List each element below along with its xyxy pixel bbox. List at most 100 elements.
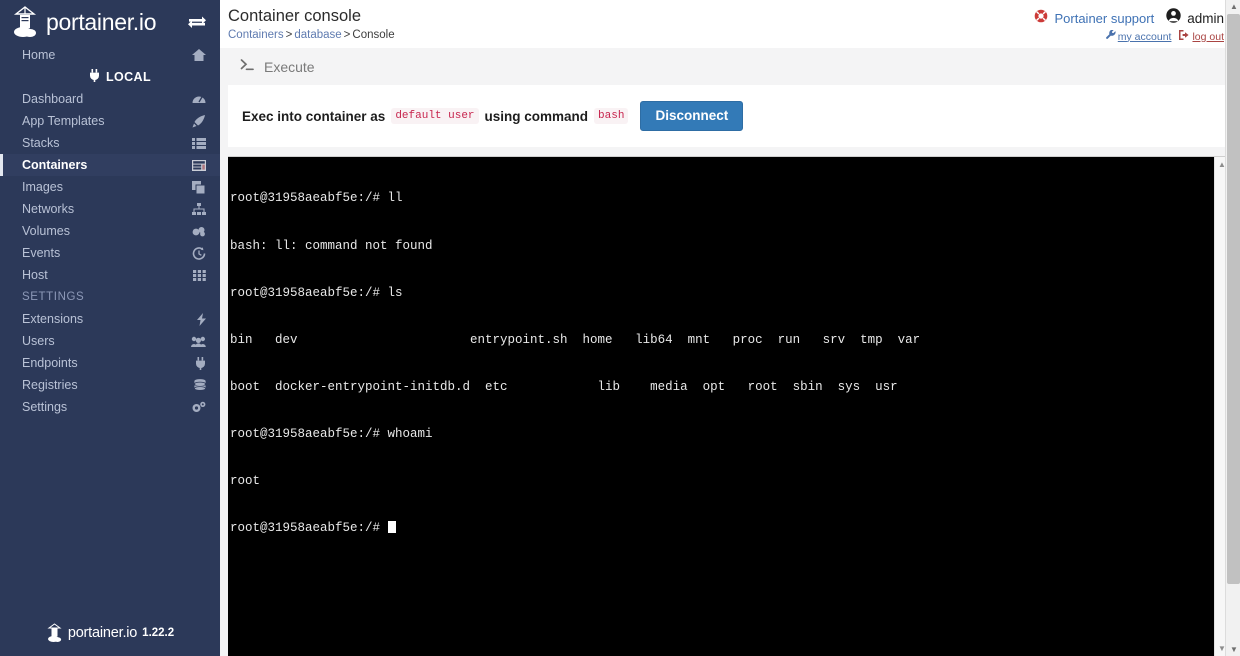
user-circle-icon [1166, 8, 1181, 28]
sidebar-item-label: Home [22, 48, 56, 62]
sidebar-item-home[interactable]: Home [0, 44, 220, 66]
exec-description: Exec into container as default user usin… [242, 108, 629, 124]
content-area: Execute Exec into container as default u… [220, 48, 1240, 656]
exec-prefix-label: Exec into container as [242, 108, 386, 124]
terminal-line: root@31958aeabf5e:/# whoami [230, 426, 433, 441]
terminal-wrapper: root@31958aeabf5e:/# ll bash: ll: comman… [228, 156, 1228, 656]
terminal-line: root@31958aeabf5e:/# ll [230, 191, 403, 206]
breadcrumb-separator: > [285, 29, 293, 41]
clone-icon [190, 180, 206, 194]
exec-middle-label: using command [484, 108, 589, 124]
portainer-logo-icon [46, 623, 63, 643]
sidebar-item-label: Settings [22, 400, 68, 414]
sidebar-section-settings: SETTINGS [22, 291, 85, 303]
browser-scrollbar-thumb[interactable] [1227, 14, 1240, 584]
database-icon [190, 378, 206, 392]
sidebar-item-volumes[interactable]: Volumes [0, 220, 220, 242]
scroll-up-arrow-icon[interactable]: ▲ [1230, 2, 1238, 11]
terminal-line: root@31958aeabf5e:/# ls [230, 285, 403, 300]
sidebar-item-events[interactable]: Events [0, 242, 220, 264]
hdd-icon [190, 224, 206, 238]
sidebar-item-label: Stacks [22, 136, 60, 150]
terminal-output[interactable]: root@31958aeabf5e:/# ll bash: ll: comman… [228, 157, 1214, 656]
sidebar-item-label: Dashboard [22, 92, 84, 106]
sidebar-local-label: LOCAL [105, 70, 152, 84]
terminal-prompt-icon [240, 58, 256, 75]
portainer-logo-icon [10, 5, 40, 39]
sidebar-item-label: Extensions [22, 312, 84, 326]
wrench-icon [1105, 29, 1116, 43]
breadcrumb-separator: > [343, 29, 351, 41]
sidebar-item-registries[interactable]: Registries [0, 374, 220, 396]
terminal-line: boot docker-entrypoint-initdb.d etc lib … [230, 379, 898, 394]
terminal-line: bin dev entrypoint.sh home lib64 mnt pro… [230, 332, 921, 347]
disconnect-button[interactable]: Disconnect [640, 101, 744, 131]
sidebar-item-users[interactable]: Users [0, 330, 220, 352]
my-account-label: my account [1117, 30, 1172, 43]
containers-icon [190, 158, 206, 172]
sidebar-item-label: Endpoints [22, 356, 78, 370]
breadcrumb-item-database[interactable]: database [294, 29, 341, 41]
top-right-primary-row: Portainer support admin [1034, 8, 1224, 28]
sidebar-brand-label: portainer.io [46, 8, 157, 35]
breadcrumb-item-console: Console [352, 29, 395, 41]
sidebar-item-host[interactable]: Host [0, 264, 220, 286]
sidebar-item-stacks[interactable]: Stacks [0, 132, 220, 154]
browser-scrollbar[interactable]: ▲ ▼ [1225, 0, 1240, 656]
sitemap-icon [190, 202, 206, 216]
top-bar: Container console Containers > database > Co… [220, 0, 1240, 48]
th-icon [190, 268, 206, 282]
sidebar-item-label: Host [22, 268, 48, 282]
sidebar-item-images[interactable]: Images [0, 176, 220, 198]
sidebar-item-label: App Templates [22, 114, 105, 128]
plug-icon [190, 356, 206, 370]
sidebar-item-label: Volumes [22, 224, 70, 238]
sidebar-item-label: Containers [22, 158, 88, 172]
admin-username: admin [1187, 10, 1224, 26]
sidebar-item-extensions[interactable]: Extensions [0, 308, 220, 330]
sidebar-item-containers[interactable]: Containers [0, 154, 220, 176]
list-icon [190, 136, 206, 150]
exec-user-value: default user [391, 108, 479, 124]
sign-out-icon [1179, 30, 1190, 43]
terminal-line: root [230, 473, 261, 488]
sidebar-item-label: Registries [22, 378, 78, 392]
plug-icon [89, 69, 100, 85]
sidebar-brand: portainer.io [0, 0, 220, 44]
cogs-icon [190, 400, 206, 414]
execute-panel-header: Execute [228, 48, 1228, 85]
exchange-arrows-icon[interactable] [186, 11, 208, 33]
sidebar-item-label: Users [22, 334, 55, 348]
sidebar-item-endpoints[interactable]: Endpoints [0, 352, 220, 374]
portainer-support-link[interactable]: Portainer support [1054, 11, 1154, 26]
terminal-line: bash: ll: command not found [230, 238, 433, 253]
sidebar-footer: portainer.io 1.22.2 [0, 610, 220, 656]
breadcrumb-item-containers[interactable]: Containers [228, 29, 284, 41]
sidebar-item-dashboard[interactable]: Dashboard [0, 88, 220, 110]
sidebar-footer-version: 1.22.2 [142, 627, 175, 639]
sidebar-item-app-templates[interactable]: App Templates [0, 110, 220, 132]
sidebar-local-badge: LOCAL [0, 66, 220, 88]
main-area: Container console Containers > database > Co… [220, 0, 1240, 656]
log-out-label: log out [1192, 30, 1224, 43]
tachometer-icon [190, 92, 206, 106]
scroll-down-arrow-icon[interactable]: ▼ [1230, 645, 1238, 654]
life-ring-icon [1034, 9, 1048, 28]
terminal-prompt-line: root@31958aeabf5e:/# [230, 521, 1214, 537]
bolt-icon [190, 312, 206, 326]
sidebar-item-label: Events [22, 246, 61, 260]
top-right-secondary-row: my account log out [1034, 29, 1224, 43]
execute-panel-body: Exec into container as default user usin… [228, 85, 1228, 147]
my-account-link[interactable]: my account [1105, 29, 1172, 43]
top-right-area: Portainer support admin my account log o… [1034, 7, 1224, 43]
rocket-icon [190, 114, 206, 128]
sidebar-item-label: Networks [22, 202, 75, 216]
portainer-app: portainer.io Home LOCAL Dashboard App Te… [0, 0, 1240, 656]
execute-panel: Execute Exec into container as default u… [228, 48, 1228, 147]
log-out-link[interactable]: log out [1179, 30, 1224, 43]
terminal-cursor [387, 521, 396, 534]
sidebar-item-settings[interactable]: Settings [0, 396, 220, 418]
sidebar-item-networks[interactable]: Networks [0, 198, 220, 220]
users-icon [190, 334, 206, 348]
page-title: Container console [228, 7, 361, 25]
